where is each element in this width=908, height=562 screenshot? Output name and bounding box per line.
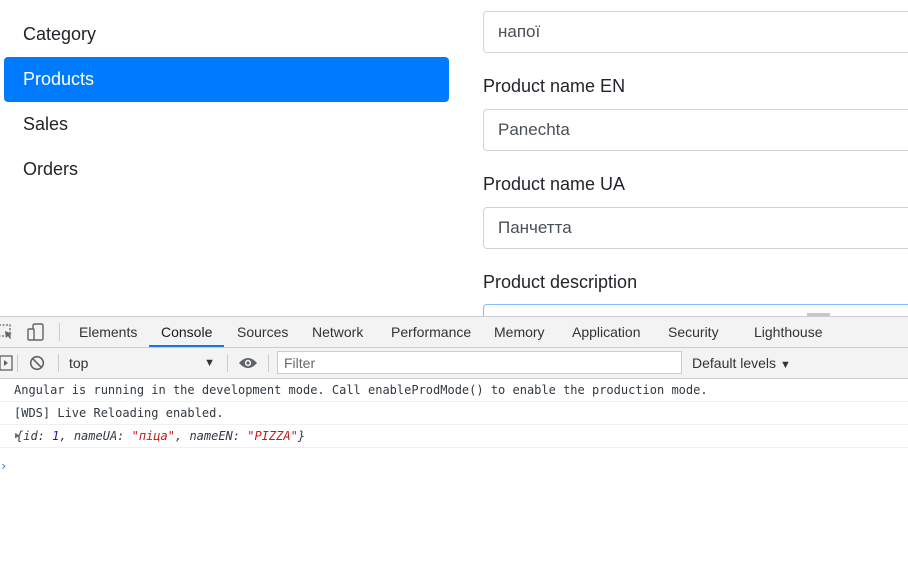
tab-console[interactable]: Console xyxy=(149,317,225,347)
console-messages: Angular is running in the development mo… xyxy=(0,379,908,473)
tab-lighthouse[interactable]: Lighthouse xyxy=(754,317,823,347)
toolbar-divider xyxy=(268,354,269,372)
log-levels-dropdown[interactable]: Default levels ▼ xyxy=(692,352,791,374)
app-content: Category Products Sales Orders Product n… xyxy=(0,0,908,316)
object-close-brace: } xyxy=(297,429,306,443)
object-separator: , xyxy=(59,429,74,443)
execution-context-label: top xyxy=(69,355,89,371)
tab-security[interactable]: Security xyxy=(668,317,719,347)
tab-network[interactable]: Network xyxy=(312,317,363,347)
sidebar-item-sales[interactable]: Sales xyxy=(4,102,449,147)
console-object-message[interactable]: ▶ {id: 1, nameUA: "піца", nameEN: "PIZZA… xyxy=(0,425,908,448)
object-key-name-ua: nameUA: xyxy=(73,429,132,443)
sidebar-item-products[interactable]: Products xyxy=(4,57,449,102)
tab-memory[interactable]: Memory xyxy=(494,317,545,347)
toolbar-divider xyxy=(227,354,228,372)
expand-triangle-icon[interactable]: ▶ xyxy=(15,425,20,447)
object-separator: , xyxy=(174,429,190,443)
product-name-ua-input[interactable] xyxy=(483,207,908,249)
product-description-input[interactable] xyxy=(483,304,908,316)
devtools-tabbar: Elements Console Sources Network Perform… xyxy=(0,317,908,348)
toolbar-divider xyxy=(58,354,59,372)
console-filter-input[interactable] xyxy=(277,351,682,374)
sidebar-toggle-icon[interactable] xyxy=(0,355,13,376)
console-prompt-icon[interactable]: › xyxy=(0,459,7,473)
dropdown-arrow-icon: ▼ xyxy=(779,359,791,371)
execution-context-select[interactable]: top ▼ xyxy=(69,352,219,374)
object-key-id: id: xyxy=(23,429,53,443)
category-select[interactable] xyxy=(483,11,908,53)
product-name-en-input[interactable] xyxy=(483,109,908,151)
inspect-element-icon[interactable] xyxy=(0,324,14,345)
devtools-panel: Elements Console Sources Network Perform… xyxy=(0,316,908,562)
device-toolbar-icon[interactable] xyxy=(26,323,46,346)
product-name-en-label: Product name EN xyxy=(483,76,626,96)
console-message: Angular is running in the development mo… xyxy=(0,379,908,402)
product-description-label: Product description xyxy=(483,272,638,292)
sidebar-nav: Category Products Sales Orders xyxy=(4,12,449,192)
tabbar-divider xyxy=(59,323,60,341)
tab-performance[interactable]: Performance xyxy=(391,317,471,347)
dropdown-arrow-icon: ▼ xyxy=(204,357,215,369)
product-name-ua-label: Product name UA xyxy=(483,174,626,194)
tab-sources[interactable]: Sources xyxy=(237,317,288,347)
object-value-name-ua: "піца" xyxy=(131,429,175,443)
tab-elements[interactable]: Elements xyxy=(79,317,137,347)
clear-console-icon[interactable] xyxy=(29,355,45,376)
console-toolbar: top ▼ Default levels ▼ xyxy=(0,348,908,379)
live-expression-eye-icon[interactable] xyxy=(238,356,258,375)
log-levels-label: Default levels xyxy=(692,355,777,371)
object-key-name-en: nameEN: xyxy=(189,429,248,443)
object-value-name-en: "PIZZA" xyxy=(247,429,298,443)
sidebar-item-orders[interactable]: Orders xyxy=(4,147,449,192)
sidebar-item-category[interactable]: Category xyxy=(4,12,449,57)
tab-application[interactable]: Application xyxy=(572,317,641,347)
toolbar-divider xyxy=(17,354,18,372)
console-message: [WDS] Live Reloading enabled. xyxy=(0,402,908,425)
